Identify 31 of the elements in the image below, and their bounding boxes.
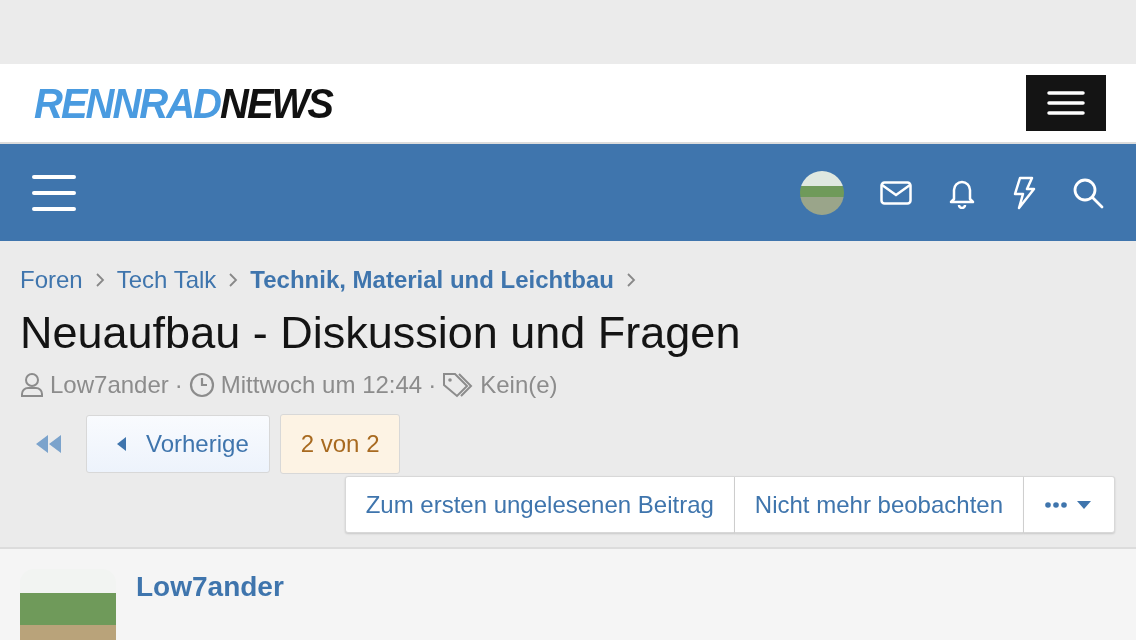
- breadcrumb-link[interactable]: Foren: [20, 266, 83, 294]
- site-logo[interactable]: RENNRADNEWS: [34, 79, 332, 127]
- left-arrow-icon: [117, 437, 126, 451]
- thread-tags: Kein(e): [480, 371, 558, 399]
- lightning-icon[interactable]: [1012, 175, 1036, 210]
- separator-dot: ·: [174, 371, 183, 399]
- double-left-arrow-icon: [34, 434, 62, 454]
- thread-author[interactable]: Low7ander: [50, 371, 169, 399]
- user-icon: [20, 372, 44, 398]
- separator-dot: ·: [428, 371, 437, 399]
- post-author[interactable]: Low7ander: [136, 571, 284, 640]
- previous-page-button[interactable]: Vorherige: [86, 415, 270, 473]
- envelope-icon[interactable]: [880, 180, 912, 205]
- more-options-button[interactable]: [1024, 476, 1115, 533]
- chevron-right-icon: [625, 272, 636, 288]
- chevron-right-icon: [228, 272, 239, 288]
- chevron-right-icon: [94, 272, 105, 288]
- thread-title: Neuaufbau - Diskussion und Fragen: [20, 307, 742, 359]
- tags-icon: [442, 372, 475, 398]
- breadcrumb-link[interactable]: Tech Talk: [116, 266, 217, 294]
- thread-date[interactable]: Mittwoch um 12:44: [220, 371, 423, 399]
- search-icon[interactable]: [1072, 176, 1104, 209]
- menu-button[interactable]: [1026, 75, 1106, 131]
- clock-icon: [188, 372, 215, 398]
- current-page[interactable]: 2 von 2: [279, 414, 401, 474]
- avatar-photo[interactable]: [800, 170, 844, 215]
- thread-action-button[interactable]: Zum ersten ungelesenen Beitrag: [344, 476, 735, 533]
- menu-icon[interactable]: [32, 173, 76, 212]
- hamburger-icon: [1047, 91, 1085, 115]
- breadcrumb-link[interactable]: Technik, Material und Leichtbau: [250, 266, 614, 294]
- thread-action-button[interactable]: Nicht mehr beobachten: [734, 476, 1024, 533]
